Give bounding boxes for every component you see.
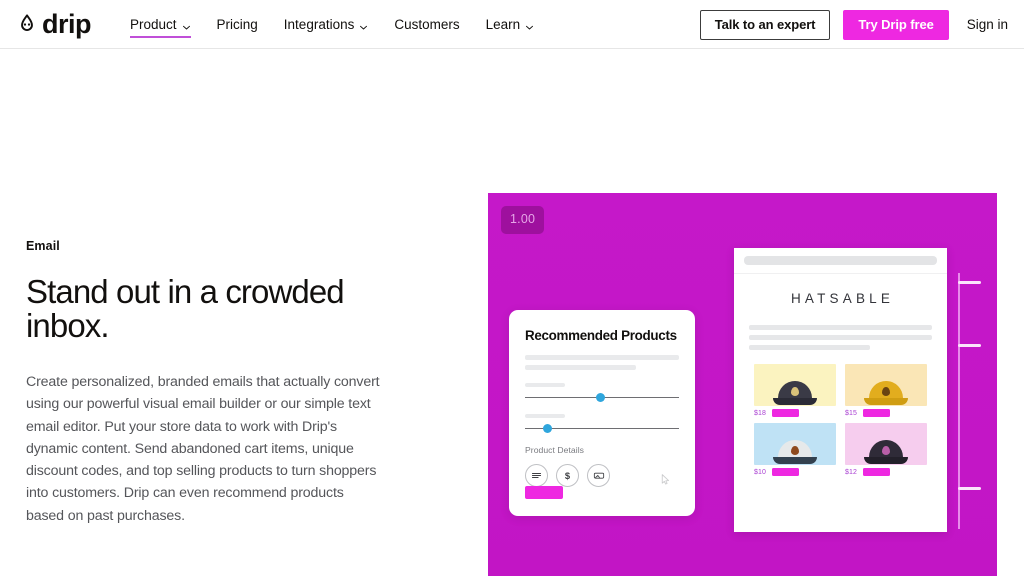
email-toolbar — [734, 248, 947, 274]
chevron-down-icon — [525, 20, 534, 30]
product-meta: $10 — [754, 468, 836, 476]
product-price: $18 — [754, 409, 766, 417]
product-price: $15 — [845, 409, 857, 417]
slider-handle[interactable] — [543, 424, 553, 433]
chevron-down-icon — [182, 20, 191, 30]
hat-illustration — [773, 440, 817, 464]
hero-section: Email Stand out in a crowded inbox. Crea… — [0, 49, 1024, 576]
product-buy-button[interactable] — [771, 468, 799, 476]
recommended-products-panel: Recommended Products Product Details $ — [509, 310, 695, 516]
talk-to-expert-button[interactable]: Talk to an expert — [699, 9, 831, 40]
product-meta: $18 — [754, 409, 836, 417]
product-price: $10 — [754, 468, 766, 476]
email-preview-mockup: HATSABLE $18 $15 $10 $12 — [734, 248, 947, 532]
try-drip-free-button[interactable]: Try Drip free — [843, 9, 949, 40]
hat-illustration — [864, 440, 908, 464]
email-product-grid: $18 $15 $10 $12 — [749, 364, 932, 476]
product-details-label: Product Details — [525, 445, 585, 455]
nav-item-learn[interactable]: Learn — [473, 0, 548, 49]
product-card[interactable]: $12 — [845, 423, 927, 476]
sign-in-link[interactable]: Sign in — [967, 17, 1008, 32]
nav-item-product[interactable]: Product — [117, 0, 204, 49]
slider-label-placeholder — [525, 383, 566, 387]
placeholder-line — [525, 355, 679, 360]
nav-item-label: Product — [130, 16, 177, 32]
placeholder-line — [749, 345, 870, 350]
product-meta: $15 — [845, 409, 927, 417]
product-buy-button[interactable] — [862, 468, 890, 476]
drip-droplet-smiley-logo-icon — [16, 13, 38, 35]
email-brand-logo: HATSABLE — [790, 291, 895, 306]
nav-active-underline — [130, 35, 191, 38]
page-title: Stand out in a crowded inbox. — [26, 273, 345, 344]
image-block-icon[interactable] — [587, 464, 610, 487]
hero-body-text: Create personalized, branded emails that… — [26, 374, 380, 524]
product-card[interactable]: $18 — [754, 364, 836, 417]
nav-item-customers[interactable]: Customers — [381, 0, 472, 49]
hat-illustration — [773, 381, 817, 405]
placeholder-line — [749, 335, 932, 340]
product-image — [845, 364, 927, 406]
hat-illustration — [864, 381, 908, 405]
lines-icon[interactable] — [525, 464, 548, 487]
product-illustration-stage: 1.00 Recommended Products Product Detail… — [488, 193, 997, 576]
guide-tick — [958, 344, 982, 348]
recommended-products-cta-button[interactable] — [525, 486, 563, 499]
slider-one[interactable] — [525, 392, 679, 403]
slider-label-placeholder — [525, 414, 566, 418]
layout-guide-rail — [958, 273, 982, 529]
placeholder-line — [744, 256, 937, 265]
guide-tick — [958, 487, 982, 491]
product-meta: $12 — [845, 468, 927, 476]
product-card[interactable]: $10 — [754, 423, 836, 476]
placeholder-line — [749, 325, 932, 330]
product-image — [754, 423, 836, 465]
product-image — [754, 364, 836, 406]
email-placeholder-copy — [749, 325, 932, 350]
hero-eyebrow: Email — [26, 239, 60, 253]
site-header: drip Product Pricing Integrations Custom… — [0, 0, 1024, 49]
svg-text:$: $ — [565, 471, 571, 481]
nav-item-label: Learn — [485, 16, 521, 32]
hero-copy: Email Stand out in a crowded inbox. Crea… — [26, 239, 406, 527]
nav-item-label: Integrations — [283, 16, 355, 32]
slider-handle[interactable] — [595, 393, 605, 402]
product-buy-button[interactable] — [862, 409, 890, 417]
recommended-products-title: Recommended Products — [525, 328, 677, 343]
dollar-icon[interactable]: $ — [556, 464, 579, 487]
brand-logo[interactable]: drip — [16, 8, 92, 39]
nav-item-label: Pricing — [216, 16, 258, 32]
chevron-down-icon — [359, 20, 368, 30]
nav-item-label: Customers — [394, 16, 460, 32]
product-details-icon-row: $ — [525, 464, 679, 487]
nav-item-integrations[interactable]: Integrations — [271, 0, 382, 49]
slider-two[interactable] — [525, 423, 679, 434]
placeholder-line — [525, 365, 636, 370]
product-card[interactable]: $15 — [845, 364, 927, 417]
version-badge: 1.00 — [501, 206, 545, 234]
drag-cursor-icon — [659, 473, 672, 486]
header-actions: Talk to an expert Try Drip free Sign in — [699, 0, 1010, 49]
brand-name: drip — [42, 8, 92, 39]
guide-tick — [958, 281, 982, 285]
product-buy-button[interactable] — [771, 409, 799, 417]
nav-item-pricing[interactable]: Pricing — [204, 0, 271, 49]
primary-nav: Product Pricing Integrations Customers L… — [117, 0, 547, 49]
email-body: HATSABLE $18 $15 $10 $12 — [734, 274, 947, 507]
product-price: $12 — [845, 468, 857, 476]
product-image — [845, 423, 927, 465]
